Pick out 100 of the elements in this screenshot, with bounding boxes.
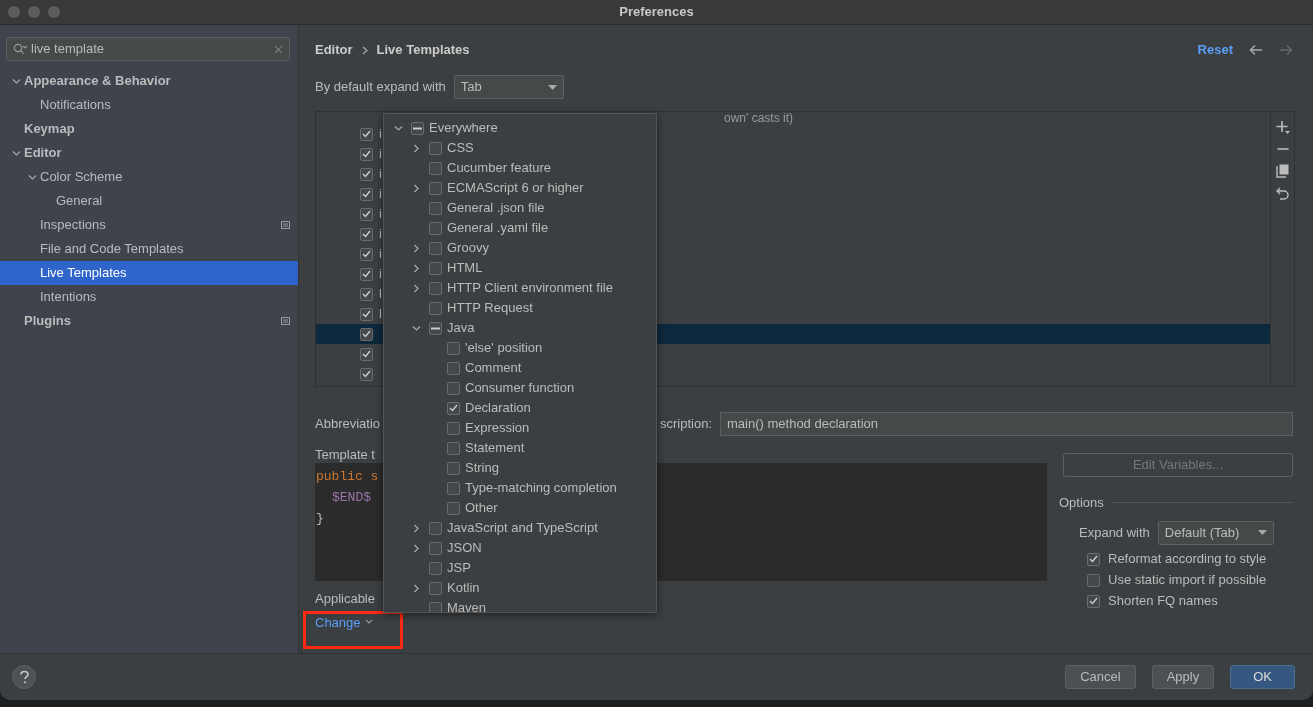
- sidebar-item[interactable]: Color Scheme: [0, 165, 298, 189]
- search-field[interactable]: live template: [6, 37, 290, 61]
- chevron-down-icon[interactable]: [11, 76, 21, 86]
- chevron-down-icon[interactable]: [393, 123, 403, 133]
- checkbox[interactable]: [360, 227, 373, 241]
- checkbox[interactable]: [1087, 573, 1100, 587]
- sidebar-item[interactable]: Appearance & Behavior: [0, 69, 298, 93]
- checkbox[interactable]: [447, 501, 460, 515]
- change-link[interactable]: Change: [315, 612, 361, 632]
- checkbox[interactable]: [1087, 552, 1100, 566]
- checkbox[interactable]: [360, 367, 373, 381]
- reset-link[interactable]: Reset: [1197, 40, 1233, 60]
- context-label: Consumer function: [465, 379, 575, 398]
- checkbox[interactable]: [360, 187, 373, 201]
- chevron-down-icon[interactable]: [11, 148, 21, 158]
- checkbox[interactable]: [360, 167, 373, 181]
- checkbox[interactable]: [429, 521, 442, 535]
- checkbox[interactable]: [429, 601, 442, 612]
- checkbox[interactable]: [1087, 594, 1100, 608]
- checkbox[interactable]: [360, 327, 373, 341]
- dialog-button[interactable]: Cancel: [1065, 665, 1136, 689]
- chevron-right-icon[interactable]: [411, 283, 421, 293]
- checkbox[interactable]: [429, 321, 442, 335]
- sidebar-item[interactable]: Intentions: [0, 285, 298, 309]
- dialog-button[interactable]: Apply: [1151, 665, 1215, 689]
- back-arrow-icon[interactable]: [1249, 44, 1263, 56]
- help-icon[interactable]: [12, 665, 36, 689]
- breadcrumb-item[interactable]: Live Templates: [376, 40, 470, 60]
- checkmark-icon: [362, 210, 371, 218]
- checkbox[interactable]: [429, 161, 442, 175]
- chevron-right-icon[interactable]: [411, 543, 421, 553]
- template-abbreviation: l: [379, 305, 382, 324]
- description-field[interactable]: main() method declaration: [720, 412, 1293, 436]
- sidebar-item[interactable]: Keymap: [0, 117, 298, 141]
- add-icon[interactable]: [1275, 120, 1290, 134]
- sidebar-item[interactable]: Editor: [0, 141, 298, 165]
- checkbox[interactable]: [429, 181, 442, 195]
- chevron-down-icon[interactable]: [27, 172, 37, 182]
- checkbox[interactable]: [360, 307, 373, 321]
- clear-icon[interactable]: [274, 44, 283, 54]
- chevron-right-icon[interactable]: [411, 243, 421, 253]
- sidebar-item[interactable]: General: [0, 189, 298, 213]
- checkbox[interactable]: [360, 207, 373, 221]
- undo-icon[interactable]: [1276, 187, 1289, 200]
- context-label: Statement: [465, 439, 525, 458]
- checkbox[interactable]: [447, 421, 460, 435]
- context-label: CSS: [447, 139, 474, 158]
- dash-icon: [431, 326, 440, 330]
- checkbox[interactable]: [447, 461, 460, 475]
- template-abbreviation: i: [379, 245, 382, 264]
- template-abbreviation: i: [379, 125, 382, 144]
- ok-button[interactable]: OK: [1230, 665, 1295, 689]
- checkmark-icon: [1089, 555, 1098, 563]
- sidebar-item[interactable]: Inspections: [0, 213, 298, 237]
- expand-dropdown[interactable]: Tab: [453, 75, 564, 99]
- sidebar-item[interactable]: Live Templates: [0, 261, 298, 285]
- copy-icon[interactable]: [1276, 164, 1289, 178]
- search-input[interactable]: live template: [31, 39, 270, 59]
- checkbox[interactable]: [429, 241, 442, 255]
- checkbox[interactable]: [447, 401, 460, 415]
- checkbox[interactable]: [429, 301, 442, 315]
- breadcrumb-item[interactable]: Editor: [315, 40, 353, 60]
- chevron-right-icon[interactable]: [411, 143, 421, 153]
- checkbox[interactable]: [429, 141, 442, 155]
- checkbox[interactable]: [447, 441, 460, 455]
- chevron-right-icon[interactable]: [411, 263, 421, 273]
- checkbox[interactable]: [360, 147, 373, 161]
- sidebar-item[interactable]: File and Code Templates: [0, 237, 298, 261]
- code-line: }: [316, 511, 324, 526]
- checkbox[interactable]: [429, 261, 442, 275]
- checkbox[interactable]: [360, 127, 373, 141]
- context-label: Groovy: [447, 239, 489, 258]
- chevron-right-icon[interactable]: [411, 183, 421, 193]
- chevron-right-icon[interactable]: [411, 523, 421, 533]
- checkbox-label: Use static import if possible: [1108, 571, 1267, 590]
- checkbox[interactable]: [447, 341, 460, 355]
- checkbox[interactable]: [447, 381, 460, 395]
- context-label: HTTP Request: [447, 299, 533, 318]
- checkbox[interactable]: [360, 287, 373, 301]
- chevron-right-icon[interactable]: [411, 583, 421, 593]
- checkbox[interactable]: [429, 581, 442, 595]
- context-label: General .json file: [447, 199, 545, 218]
- sidebar-item[interactable]: Notifications: [0, 93, 298, 117]
- template-abbreviation: l: [379, 285, 382, 304]
- checkbox[interactable]: [447, 481, 460, 495]
- checkbox[interactable]: [429, 221, 442, 235]
- checkmark-icon: [362, 150, 371, 158]
- checkbox[interactable]: [360, 347, 373, 361]
- checkbox[interactable]: [411, 121, 424, 135]
- expand-with-dropdown[interactable]: Default (Tab): [1157, 520, 1274, 545]
- checkmark-icon: [362, 350, 371, 358]
- checkbox[interactable]: [360, 247, 373, 261]
- sidebar-item[interactable]: Plugins: [0, 309, 298, 333]
- checkbox[interactable]: [360, 267, 373, 281]
- checkbox[interactable]: [429, 541, 442, 555]
- chevron-down-icon[interactable]: [411, 323, 421, 333]
- checkbox[interactable]: [429, 201, 442, 215]
- checkbox[interactable]: [429, 561, 442, 575]
- checkbox[interactable]: [447, 361, 460, 375]
- checkbox[interactable]: [429, 281, 442, 295]
